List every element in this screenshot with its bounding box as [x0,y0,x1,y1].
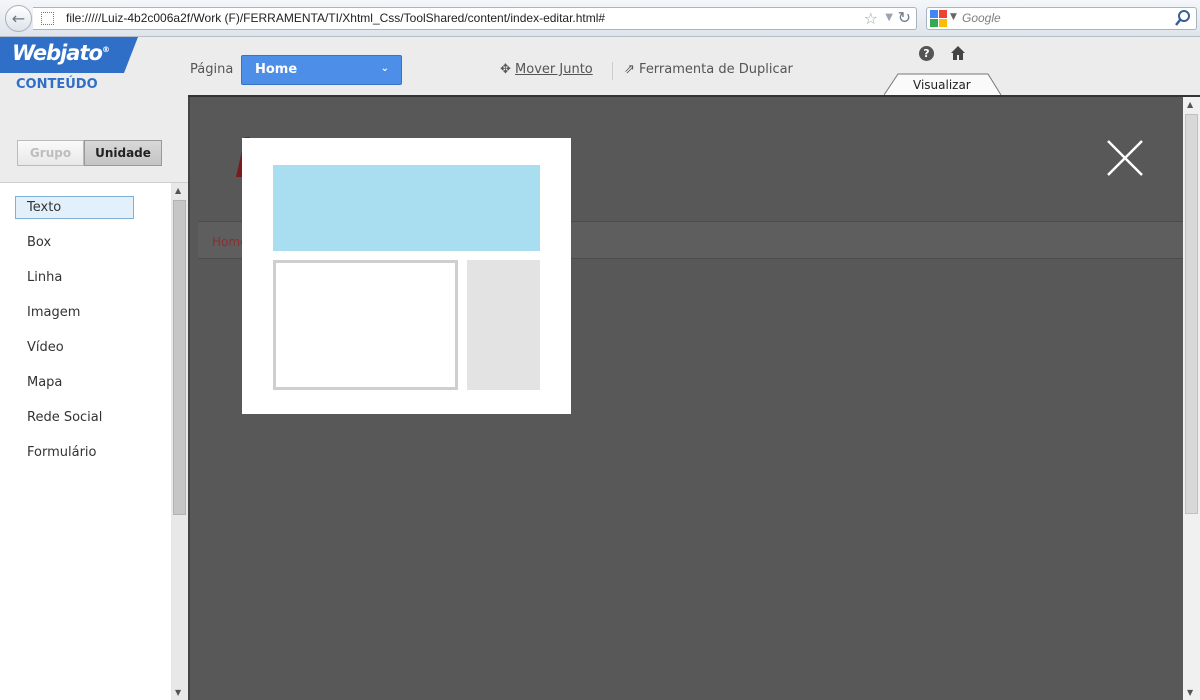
url-text: file://///Luiz-4b2c006a2f/Work (F)/FERRA… [66,11,606,25]
help-icon[interactable]: ? [919,46,934,61]
move-together-tool[interactable]: ✥ Mover Junto [500,62,593,77]
home-icon[interactable] [950,45,966,61]
page-select-value: Home [255,62,298,77]
component-item-box[interactable]: Box [27,235,51,250]
close-icon[interactable] [1106,139,1144,177]
component-item-line[interactable]: Linha [27,270,62,285]
template-sidebar-block [467,260,540,390]
right-scrollbar[interactable]: ▲ ▼ [1183,97,1200,700]
move-together-label: Mover Junto [515,62,593,77]
browser-search-input[interactable]: ▼ Google [926,7,1197,30]
chevron-down-icon: ⌄ [380,63,389,74]
component-item-image[interactable]: Imagem [27,305,80,320]
star-icon[interactable]: ☆ [864,9,878,28]
scroll-up-icon[interactable]: ▲ [1187,100,1193,109]
address-bar[interactable]: file://///Luiz-4b2c006a2f/Work (F)/FERRA… [33,7,917,30]
right-scroll-thumb[interactable] [1185,114,1198,514]
google-icon[interactable] [930,10,948,27]
template-header-block [273,165,540,251]
preview-tab-label: Visualizar [913,78,971,92]
back-icon[interactable]: ← [5,5,32,32]
page-label: Página [190,62,234,77]
left-scrollbar[interactable]: ▲ ▼ [171,183,188,700]
search-icon[interactable] [1174,9,1192,27]
reload-icon[interactable]: ↻ [898,8,911,27]
engine-dropdown-icon[interactable]: ▼ [950,12,957,22]
left-scroll-thumb[interactable] [173,200,186,515]
component-item-text[interactable]: Texto [15,196,134,219]
scroll-down-icon[interactable]: ▼ [1187,688,1193,697]
component-item-video[interactable]: Vídeo [27,340,64,355]
url-dropdown-icon[interactable]: ▼ [885,12,893,23]
layout-preview-modal[interactable] [242,138,571,414]
logo[interactable]: Webjato® [12,41,110,65]
group-toggle-button[interactable]: Grupo [17,140,84,166]
component-item-map[interactable]: Mapa [27,375,62,390]
component-item-social[interactable]: Rede Social [27,410,102,425]
component-item-form[interactable]: Formulário [27,445,96,460]
template-main-block [273,260,458,390]
section-title: CONTEÚDO [16,77,98,92]
logo-text: Webjato [12,41,103,65]
move-icon: ✥ [500,62,511,77]
unit-toggle-button[interactable]: Unidade [84,140,162,166]
search-placeholder: Google [962,11,1001,25]
duplicate-label: Ferramenta de Duplicar [639,62,793,77]
page-select[interactable]: Home ⌄ [241,55,402,85]
duplicate-icon: ⇗ [624,62,635,77]
browser-toolbar: ← file://///Luiz-4b2c006a2f/Work (F)/FER… [0,0,1200,37]
scroll-up-icon[interactable]: ▲ [175,186,181,195]
component-list: Texto Box Linha Imagem Vídeo Mapa Rede S… [0,183,171,700]
tool-divider [612,62,613,80]
duplicate-tool[interactable]: ⇗ Ferramenta de Duplicar [624,62,793,77]
page-icon [41,12,54,25]
scroll-down-icon[interactable]: ▼ [175,688,181,697]
